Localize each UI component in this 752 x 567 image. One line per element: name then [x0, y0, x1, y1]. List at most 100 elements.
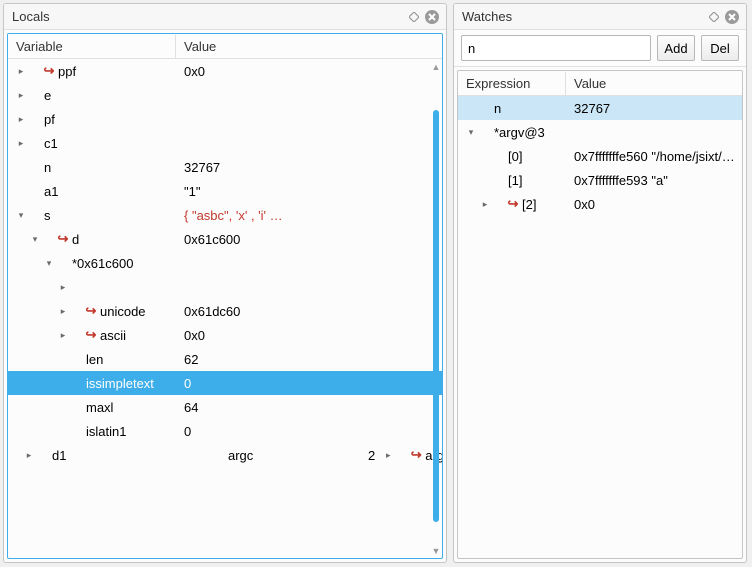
col-expression[interactable]: Expression	[458, 72, 566, 95]
var-name: n	[42, 160, 51, 175]
close-icon[interactable]	[724, 9, 740, 25]
var-name: d	[70, 232, 79, 247]
expand-icon[interactable]: ▸	[14, 138, 28, 149]
watch-expression-input[interactable]	[461, 35, 651, 61]
tree-row[interactable]: ▸ c1	[8, 131, 442, 155]
del-button[interactable]: Del	[701, 35, 739, 61]
close-icon[interactable]	[424, 9, 440, 25]
var-name: ascii	[98, 328, 126, 343]
var-name: issimpletext	[84, 376, 154, 391]
tree-row[interactable]: ·len62	[8, 347, 442, 371]
tree-row[interactable]: ·islatin10	[8, 419, 442, 443]
tree-row[interactable]: ▸ ↪unicode 0x61dc60	[8, 299, 442, 323]
tree-row[interactable]: ·n32767	[458, 96, 742, 120]
var-value: 0x61dc60	[176, 304, 442, 319]
var-name: c1	[42, 136, 58, 151]
col-value[interactable]: Value	[566, 72, 742, 95]
watches-panel: Watches Add Del Expression Value ·n32767…	[453, 3, 747, 563]
var-name: n	[492, 101, 501, 116]
tree-row[interactable]: ·[0]0x7fffffffe560 "/home/jsixt/Src/KD…	[458, 144, 742, 168]
pointer-icon: ↪	[409, 447, 423, 463]
var-name: ppf	[56, 64, 76, 79]
locals-panel: Locals Variable Value ▸↪ppf0x0▸e▸pf▸c1·n…	[3, 3, 447, 563]
var-name: unicode	[98, 304, 146, 319]
watches-titlebar: Watches	[454, 4, 746, 30]
scroll-up-icon[interactable]: ▲	[432, 60, 441, 74]
var-name: *argv@3	[492, 125, 545, 140]
tree-row[interactable]: ▸ ↪ascii 0x0	[8, 323, 442, 347]
var-name: a1	[42, 184, 58, 199]
locals-tree: Variable Value ▸↪ppf0x0▸e▸pf▸c1·n32767·a…	[4, 30, 446, 562]
col-variable[interactable]: Variable	[8, 35, 176, 58]
locals-header: Variable Value	[8, 34, 442, 59]
tree-row[interactable]: ▾s{ "asbc", 'x' , 'i' …	[8, 203, 442, 227]
scroll-thumb[interactable]	[433, 110, 439, 522]
var-name: [2]	[520, 197, 536, 212]
tree-row[interactable]: ▸strref0x7ffffffffdf90: { "asbc", 'x' ▸d…	[8, 443, 442, 467]
var-name: len	[84, 352, 103, 367]
tree-row[interactable]: ·a1"1"	[8, 179, 442, 203]
var-value: 32767	[566, 101, 742, 116]
undock-icon[interactable]	[406, 9, 422, 25]
undock-icon[interactable]	[706, 9, 722, 25]
var-value: { "asbc", 'x' , 'i' …	[176, 208, 442, 223]
tree-row[interactable]: ▸e	[8, 83, 442, 107]
var-value: 0x0	[176, 64, 442, 79]
expand-icon[interactable]: ▸	[14, 90, 28, 101]
expand-icon[interactable]: ▸	[14, 114, 28, 125]
var-name: maxl	[84, 400, 113, 415]
add-button[interactable]: Add	[657, 35, 695, 61]
expand-icon[interactable]: ▸	[22, 450, 36, 461]
var-name: [0]	[506, 149, 522, 164]
var-name: d1	[50, 448, 66, 463]
locals-tree-body[interactable]: Variable Value ▸↪ppf0x0▸e▸pf▸c1·n32767·a…	[7, 33, 443, 559]
var-value: 64	[176, 400, 442, 415]
expand-icon[interactable]: ▸	[381, 450, 395, 461]
var-value: 2	[360, 448, 375, 463]
pointer-icon: ↪	[56, 231, 70, 247]
var-value: 62	[176, 352, 442, 367]
tree-row[interactable]: ▾ *argv@3	[458, 120, 742, 144]
locals-scrollbar[interactable]: ▲ ▼	[430, 60, 442, 558]
tree-row[interactable]: ·issimpletext0	[8, 371, 442, 395]
var-value: 0	[176, 376, 442, 391]
pointer-icon: ↪	[42, 63, 56, 79]
expand-icon[interactable]: ▸	[56, 330, 70, 341]
col-value[interactable]: Value	[176, 35, 442, 58]
expand-icon[interactable]: ▾	[14, 210, 28, 221]
var-value: "1"	[176, 184, 442, 199]
tree-row[interactable]: ▾ ↪d 0x61c600	[8, 227, 442, 251]
var-name: e	[42, 88, 51, 103]
pointer-icon: ↪	[84, 303, 98, 319]
var-name: *0x61c600	[70, 256, 133, 271]
expand-icon[interactable]: ▾	[28, 234, 42, 245]
expand-icon[interactable]: ▸	[478, 199, 492, 210]
var-value: 0x0	[176, 328, 442, 343]
tree-row[interactable]: ·[1]0x7fffffffe593 "a"	[458, 168, 742, 192]
var-value: 0x61c600	[176, 232, 442, 247]
tree-row[interactable]: ▸	[8, 275, 442, 299]
tree-row[interactable]: ▾ *0x61c600	[8, 251, 442, 275]
tree-row[interactable]: ·n32767	[8, 155, 442, 179]
var-value: 0x7fffffffe560 "/home/jsixt/Src/KD…	[566, 149, 742, 164]
expand-icon[interactable]: ▸	[14, 66, 28, 77]
locals-title: Locals	[12, 9, 404, 24]
tree-row[interactable]: ▸ pf	[8, 107, 442, 131]
var-name: pf	[42, 112, 55, 127]
tree-row[interactable]: ·argc2	[192, 443, 375, 467]
locals-titlebar: Locals	[4, 4, 446, 30]
watches-tree: Expression Value ·n32767▾*argv@3·[0]0x7f…	[454, 67, 746, 562]
tree-row[interactable]: ▸ ↪ppf 0x0	[8, 59, 442, 83]
expand-icon[interactable]: ▸	[56, 282, 70, 293]
expand-icon[interactable]: ▾	[464, 127, 478, 138]
expand-icon[interactable]: ▸	[56, 306, 70, 317]
tree-row[interactable]: ▸ d1	[16, 443, 192, 467]
tree-row[interactable]: ·maxl64	[8, 395, 442, 419]
scroll-down-icon[interactable]: ▼	[432, 544, 441, 558]
watches-tree-body[interactable]: Expression Value ·n32767▾*argv@3·[0]0x7f…	[457, 70, 743, 559]
expand-icon[interactable]: ▾	[42, 258, 56, 269]
tree-row[interactable]: ▸↪[2]0x0	[458, 192, 742, 216]
pointer-icon: ↪	[506, 196, 520, 212]
pointer-icon: ↪	[84, 327, 98, 343]
watches-title: Watches	[462, 9, 704, 24]
